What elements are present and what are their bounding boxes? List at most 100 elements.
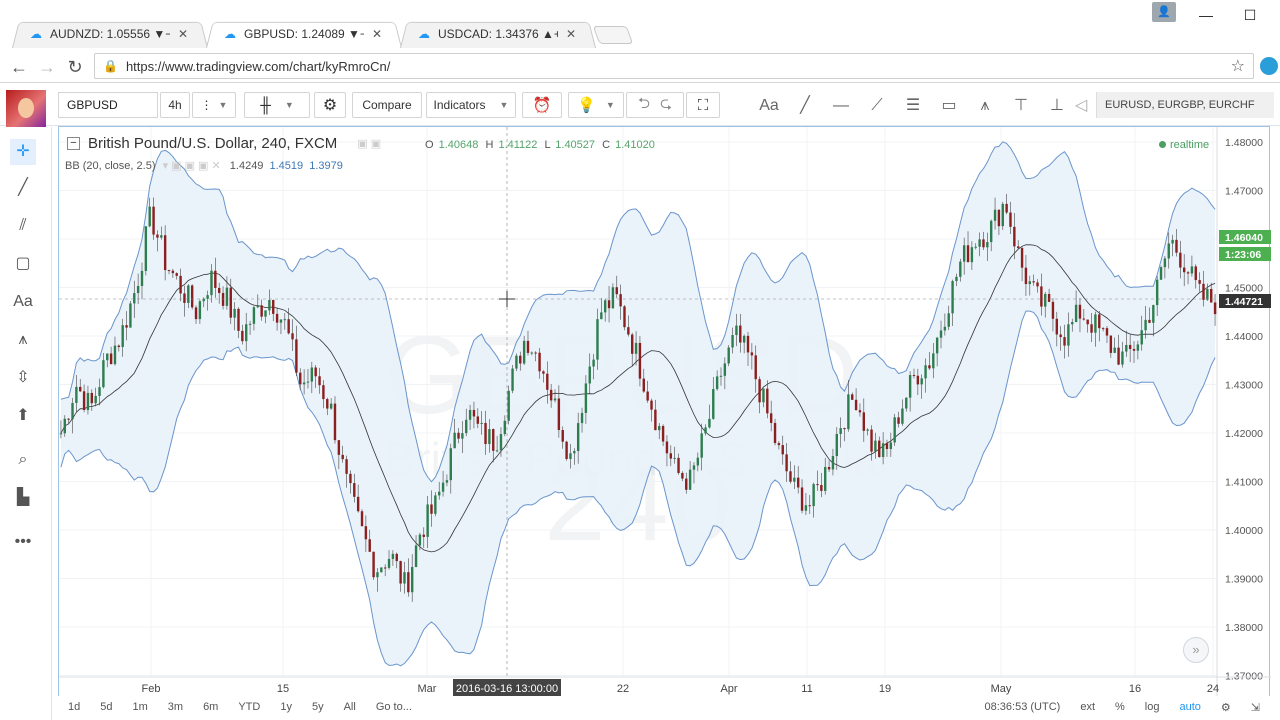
candle-body [1017, 246, 1020, 249]
candle-body [970, 247, 974, 263]
range-ytd[interactable]: YTD [228, 701, 270, 713]
percent-toggle[interactable]: % [1105, 701, 1135, 713]
legend-settings-icon[interactable]: ▾ ▣ ▣ ▣ ✕ [163, 160, 221, 172]
text-tool-icon[interactable]: Aa [10, 289, 36, 315]
pattern-icon[interactable]: ⩚ [974, 95, 996, 117]
ext-toggle[interactable]: ext [1070, 701, 1105, 713]
interval-menu-button[interactable]: ⋮ ▼ [192, 92, 236, 118]
browser-tab-usdcad[interactable]: ☁ USDCAD: 1.34376 ▲+0.2 ✕ [400, 20, 596, 48]
back-icon[interactable]: ← [6, 54, 32, 80]
fullscreen-icon: ⛶ [697, 96, 709, 114]
text-tool-icon[interactable]: Aa [758, 95, 780, 117]
candle-body [484, 422, 487, 445]
candle-body [843, 428, 846, 430]
candle-body [1113, 347, 1116, 353]
bookmark-star-icon[interactable]: ☆ [1231, 56, 1245, 76]
range-5d[interactable]: 5d [90, 701, 122, 713]
interval-button[interactable]: 4h [160, 92, 190, 118]
price-tick-label: 1.39000 [1225, 574, 1263, 586]
settings-button[interactable]: ⚙ [314, 92, 346, 118]
new-tab-button[interactable] [592, 26, 634, 44]
browser-tab-audnzd[interactable]: ☁ AUDNZD: 1.05556 ▼−0.1 ✕ [12, 20, 208, 48]
fib-extension-icon[interactable]: ⊥ [1046, 95, 1068, 117]
bar-pattern-icon[interactable]: ▙ [10, 485, 36, 511]
minimize-icon[interactable]: — [1184, 2, 1228, 28]
address-bar[interactable]: 🔒 https://www.tradingview.com/chart/kyRm… [94, 53, 1254, 79]
profile-icon[interactable]: 👤 [1152, 2, 1176, 22]
range-all[interactable]: All [334, 701, 366, 713]
range-3m[interactable]: 3m [158, 701, 193, 713]
rectangle-icon[interactable]: ▢ [10, 251, 36, 277]
candle-body [905, 397, 908, 409]
fib-retracement-icon[interactable]: ⊤ [1010, 95, 1032, 117]
parallel-channel-icon[interactable]: ☰ [902, 95, 924, 117]
candle-body [789, 471, 792, 482]
candle-body [1121, 351, 1124, 365]
chart-style-button[interactable]: ╫ ▼ [244, 92, 310, 118]
browser-tab-gbpusd[interactable]: ☁ GBPUSD: 1.24089 ▼−0.0 ✕ [206, 20, 402, 48]
measure-icon[interactable]: ⇳ [10, 365, 36, 391]
candle-body [854, 399, 858, 411]
rectangle-icon[interactable]: ▭ [938, 95, 960, 117]
scroll-to-realtime-button[interactable]: » [1183, 637, 1209, 663]
range-1m[interactable]: 1m [123, 701, 158, 713]
horizontal-ray-icon[interactable]: — [830, 95, 852, 117]
reload-icon[interactable]: ↻ [62, 54, 88, 80]
candle-body [461, 433, 464, 439]
undo-icon[interactable]: ⮌ [638, 93, 650, 118]
candle-body [982, 239, 985, 248]
watchlist-symbols[interactable]: EURUSD, EURGBP, EURCHF [1096, 92, 1274, 118]
symbol-input[interactable]: GBPUSD [58, 92, 158, 118]
pattern-icon[interactable]: ⩚ [10, 327, 36, 353]
ideas-button[interactable]: 💡 ▼ [568, 92, 624, 118]
gear-icon[interactable]: ⚙ [1211, 701, 1241, 714]
chart-pane[interactable]: GBPUSD, 240 British Pound/U.S. Dollar 1.… [58, 126, 1271, 717]
candle-body [326, 399, 329, 409]
more-icon[interactable]: ••• [10, 529, 36, 555]
close-icon[interactable]: ✕ [566, 27, 576, 41]
zoom-icon[interactable]: ⌕ [10, 447, 36, 473]
candle-body [893, 417, 896, 443]
fullscreen-button[interactable]: ⛶ [686, 92, 720, 118]
candle-body [67, 418, 70, 420]
candle-body [542, 371, 545, 374]
candle-body [580, 412, 584, 424]
arrow-tool-icon[interactable]: ◁ [1070, 95, 1092, 117]
candle-body [407, 572, 410, 593]
hide-panel-icon[interactable]: ⇲ [1241, 701, 1270, 714]
maximize-icon[interactable]: ☐ [1228, 2, 1272, 28]
extension-icon[interactable] [1260, 57, 1278, 75]
range-1d[interactable]: 1d [58, 701, 90, 713]
candle-body [1040, 286, 1043, 307]
forward-icon[interactable]: → [34, 54, 60, 80]
range-6m[interactable]: 6m [193, 701, 228, 713]
extended-line-icon[interactable]: ⟋ [866, 95, 888, 117]
candle-body [824, 466, 827, 491]
drawing-toolbar: ✛ ╱ ⫽ ▢ Aa ⩚ ⇳ ⬆ ⌕ ▙ ••• [0, 127, 52, 720]
legend-settings-icon[interactable]: ▣ ▣ [357, 137, 381, 150]
trend-line-icon[interactable]: ╱ [794, 95, 816, 117]
auto-toggle[interactable]: auto [1169, 701, 1210, 713]
collapse-icon[interactable]: − [67, 137, 80, 150]
candle-body [947, 313, 950, 327]
candle-body [117, 345, 121, 348]
alert-button[interactable]: ⏰ [522, 92, 562, 118]
avatar[interactable] [6, 90, 46, 130]
trend-line-icon[interactable]: ╱ [10, 175, 36, 201]
candle-body [472, 409, 476, 417]
range-1y[interactable]: 1y [270, 701, 302, 713]
crosshair-icon[interactable]: ✛ [10, 139, 36, 165]
arrow-up-icon[interactable]: ⬆ [10, 403, 36, 429]
close-icon[interactable]: ✕ [372, 27, 382, 41]
log-toggle[interactable]: log [1135, 701, 1170, 713]
bottom-right-controls: 08:36:53 (UTC) ext % log auto ⚙ ⇲ [975, 696, 1270, 718]
gear-icon: ⚙ [322, 97, 338, 114]
compare-button[interactable]: Compare [352, 92, 422, 118]
pitchfork-icon[interactable]: ⫽ [10, 213, 36, 239]
goto-button[interactable]: Go to... [366, 701, 422, 713]
indicators-button[interactable]: Indicators ▼ [426, 92, 516, 118]
close-icon[interactable]: ✕ [178, 27, 188, 41]
bb-name[interactable]: BB (20, close, 2.5) [65, 160, 156, 172]
redo-icon[interactable]: ⮎ [660, 93, 672, 118]
range-5y[interactable]: 5y [302, 701, 334, 713]
